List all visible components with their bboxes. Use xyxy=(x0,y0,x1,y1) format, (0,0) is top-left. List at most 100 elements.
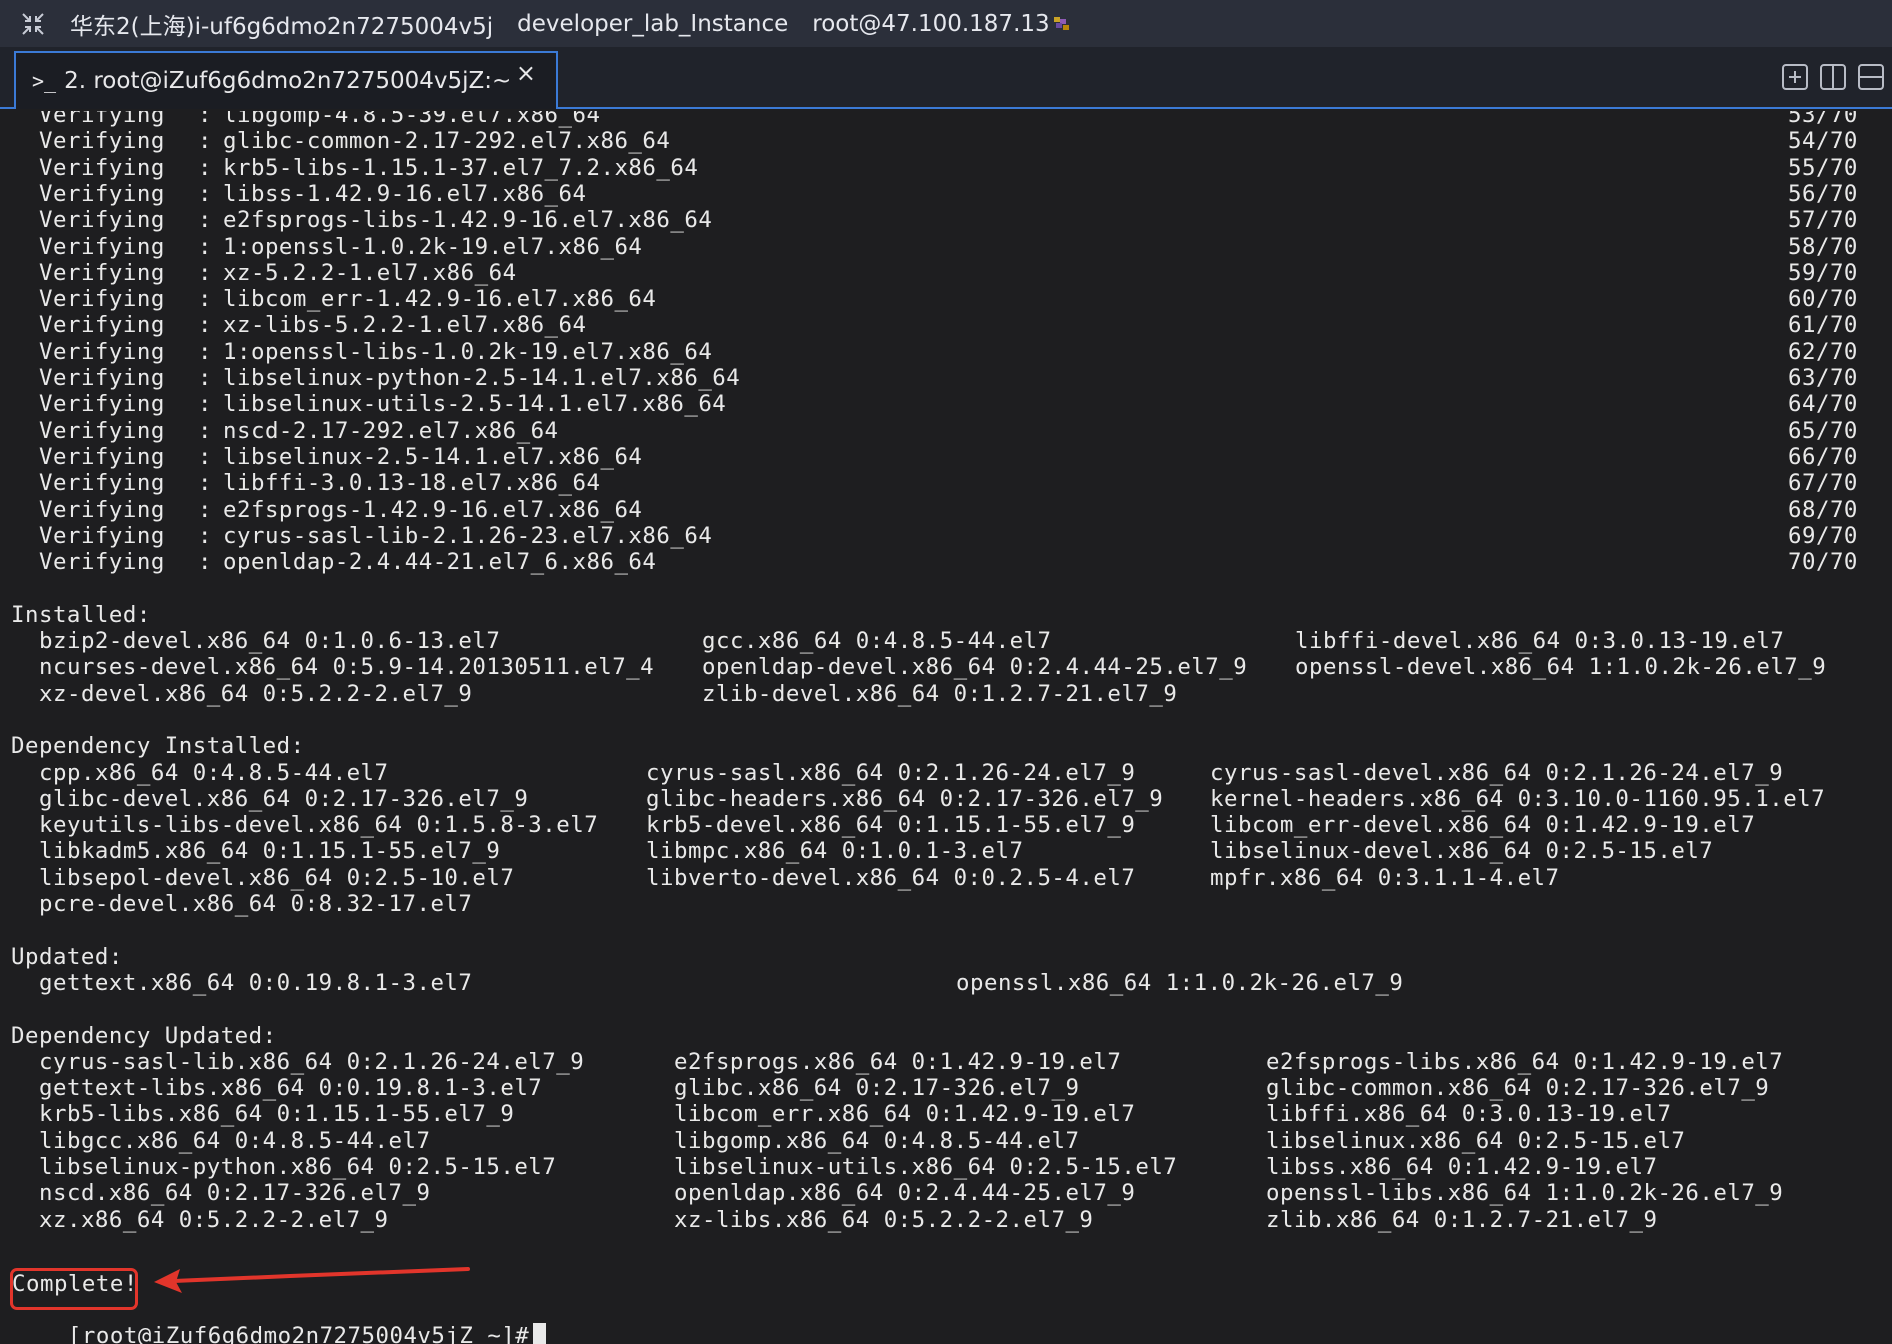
verify-action: Verifying xyxy=(39,286,165,313)
split-horizontal-icon[interactable] xyxy=(1856,62,1886,92)
section-heading: Installed: xyxy=(11,601,151,628)
verify-separator: : xyxy=(198,549,212,576)
verify-count: 67/70 xyxy=(1788,470,1858,497)
package-entry: nscd.x86_64 0:2.17-326.el7_9 xyxy=(39,1180,431,1207)
verify-count: 63/70 xyxy=(1788,365,1858,391)
verify-action: Verifying xyxy=(39,417,165,444)
verify-package: libcom_err-1.42.9-16.el7.x86_64 xyxy=(223,286,657,313)
complete-highlight-box xyxy=(10,1268,138,1310)
verify-count: 64/70 xyxy=(1788,391,1858,418)
verify-action: Verifying xyxy=(39,522,165,549)
add-tab-icon[interactable] xyxy=(1780,62,1810,92)
verify-count: 65/70 xyxy=(1788,417,1858,444)
package-entry: libgomp.x86_64 0:4.8.5-44.el7 xyxy=(674,1127,1080,1154)
window-titlebar: 华东2(上海)i-uf6g6dmo2n7275004v5j developer_… xyxy=(0,0,1892,47)
verify-package: libselinux-utils-2.5-14.1.el7.x86_64 xyxy=(223,391,727,418)
verify-separator: : xyxy=(198,180,212,207)
host-address: root@47.100.187.13 xyxy=(812,10,1050,37)
instance-name: developer_lab_Instance xyxy=(517,10,789,37)
tab-label: 2. root@iZuf6g6dmo2n7275004v5jZ:~ xyxy=(64,68,512,94)
package-entry: libcom_err-devel.x86_64 0:1.42.9-19.el7 xyxy=(1210,812,1756,839)
verify-separator: : xyxy=(198,365,212,391)
package-entry: keyutils-libs-devel.x86_64 0:1.5.8-3.el7 xyxy=(39,812,599,839)
package-entry: libcom_err.x86_64 0:1.42.9-19.el7 xyxy=(674,1101,1136,1128)
verify-separator: : xyxy=(198,259,212,286)
verify-package: libgomp-4.8.5-39.el7.x86_64 xyxy=(223,111,601,128)
tab-actions xyxy=(1780,62,1886,92)
verify-package: nscd-2.17-292.el7.x86_64 xyxy=(223,417,559,444)
verify-package: libselinux-2.5-14.1.el7.x86_64 xyxy=(223,443,643,470)
split-vertical-icon[interactable] xyxy=(1818,62,1848,92)
verify-separator: : xyxy=(198,470,212,497)
verify-separator: : xyxy=(198,154,212,181)
verify-separator: : xyxy=(198,391,212,418)
verify-package: cyrus-sasl-lib-2.1.26-23.el7.x86_64 xyxy=(223,522,713,549)
verify-action: Verifying xyxy=(39,207,165,234)
package-entry: libffi.x86_64 0:3.0.13-19.el7 xyxy=(1266,1101,1672,1128)
verify-separator: : xyxy=(198,111,212,128)
verify-package: glibc-common-2.17-292.el7.x86_64 xyxy=(223,128,671,155)
collapse-arrows-icon[interactable] xyxy=(20,11,46,37)
package-entry: libgcc.x86_64 0:4.8.5-44.el7 xyxy=(39,1127,431,1154)
terminal-output[interactable]: Complete! [root@iZuf6g6dmo2n7275004v5jZ … xyxy=(0,111,1892,1344)
verify-count: 57/70 xyxy=(1788,207,1858,234)
verify-action: Verifying xyxy=(39,312,165,339)
terminal-prompt-icon: >_ xyxy=(32,69,57,93)
verify-package: e2fsprogs-1.42.9-16.el7.x86_64 xyxy=(223,496,643,523)
package-entry: kernel-headers.x86_64 0:3.10.0-1160.95.1… xyxy=(1210,785,1826,812)
verify-action: Verifying xyxy=(39,233,165,260)
verify-package: libselinux-python-2.5-14.1.el7.x86_64 xyxy=(223,365,741,391)
package-entry: libss.x86_64 0:1.42.9-19.el7 xyxy=(1266,1154,1658,1180)
package-entry: e2fsprogs-libs.x86_64 0:1.42.9-19.el7 xyxy=(1266,1048,1784,1075)
verify-separator: : xyxy=(198,522,212,549)
verify-package: libffi-3.0.13-18.el7.x86_64 xyxy=(223,470,601,497)
verify-package: 1:openssl-1.0.2k-19.el7.x86_64 xyxy=(223,233,643,260)
verify-count: 56/70 xyxy=(1788,180,1858,207)
package-entry: cpp.x86_64 0:4.8.5-44.el7 xyxy=(39,759,389,786)
verify-action: Verifying xyxy=(39,496,165,523)
verify-separator: : xyxy=(198,286,212,313)
verify-action: Verifying xyxy=(39,111,165,128)
package-entry: openssl-devel.x86_64 1:1.0.2k-26.el7_9 xyxy=(1295,654,1827,681)
package-entry: gettext-libs.x86_64 0:0.19.8.1-3.el7 xyxy=(39,1075,543,1102)
tab-terminal-session[interactable]: >_ 2. root@iZuf6g6dmo2n7275004v5jZ:~ × xyxy=(14,51,558,109)
verify-separator: : xyxy=(198,233,212,260)
verify-package: openldap-2.4.44-21.el7_6.x86_64 xyxy=(223,549,657,576)
verify-count: 54/70 xyxy=(1788,128,1858,155)
verify-package: xz-5.2.2-1.el7.x86_64 xyxy=(223,259,517,286)
status-flag-icon xyxy=(1053,16,1069,30)
package-entry: libffi-devel.x86_64 0:3.0.13-19.el7 xyxy=(1295,628,1785,654)
package-entry: xz-devel.x86_64 0:5.2.2-2.el7_9 xyxy=(39,680,473,707)
package-entry: xz-libs.x86_64 0:5.2.2-2.el7_9 xyxy=(674,1206,1094,1233)
verify-action: Verifying xyxy=(39,180,165,207)
package-entry: libselinux-devel.x86_64 0:2.5-15.el7 xyxy=(1210,838,1714,865)
verify-package: e2fsprogs-libs-1.42.9-16.el7.x86_64 xyxy=(223,207,713,234)
verify-count: 60/70 xyxy=(1788,286,1858,313)
verify-action: Verifying xyxy=(39,154,165,181)
section-heading: Dependency Updated: xyxy=(11,1022,277,1049)
section-heading: Dependency Installed: xyxy=(11,733,305,760)
verify-action: Verifying xyxy=(39,259,165,286)
package-entry: zlib-devel.x86_64 0:1.2.7-21.el7_9 xyxy=(702,680,1178,707)
verify-package: xz-libs-5.2.2-1.el7.x86_64 xyxy=(223,312,587,339)
package-entry: bzip2-devel.x86_64 0:1.0.6-13.el7 xyxy=(39,628,501,654)
package-entry: glibc-common.x86_64 0:2.17-326.el7_9 xyxy=(1266,1075,1770,1102)
verify-separator: : xyxy=(198,443,212,470)
verify-count: 59/70 xyxy=(1788,259,1858,286)
package-entry: gettext.x86_64 0:0.19.8.1-3.el7 xyxy=(39,969,473,996)
region-instance-id: 华东2(上海)i-uf6g6dmo2n7275004v5j xyxy=(70,13,494,40)
package-entry: libkadm5.x86_64 0:1.15.1-55.el7_9 xyxy=(39,838,501,865)
verify-count: 61/70 xyxy=(1788,312,1858,339)
verify-separator: : xyxy=(198,496,212,523)
close-icon[interactable]: × xyxy=(516,59,536,87)
package-entry: gcc.x86_64 0:4.8.5-44.el7 xyxy=(702,628,1052,654)
red-arrow-annotation xyxy=(154,1267,470,1293)
package-entry: cyrus-sasl-lib.x86_64 0:2.1.26-24.el7_9 xyxy=(39,1048,585,1075)
verify-separator: : xyxy=(198,312,212,339)
verify-count: 66/70 xyxy=(1788,443,1858,470)
package-entry: openssl.x86_64 1:1.0.2k-26.el7_9 xyxy=(956,969,1404,996)
package-entry: cyrus-sasl.x86_64 0:2.1.26-24.el7_9 xyxy=(646,759,1136,786)
verify-action: Verifying xyxy=(39,549,165,576)
verify-action: Verifying xyxy=(39,391,165,418)
package-entry: glibc.x86_64 0:2.17-326.el7_9 xyxy=(674,1075,1080,1102)
